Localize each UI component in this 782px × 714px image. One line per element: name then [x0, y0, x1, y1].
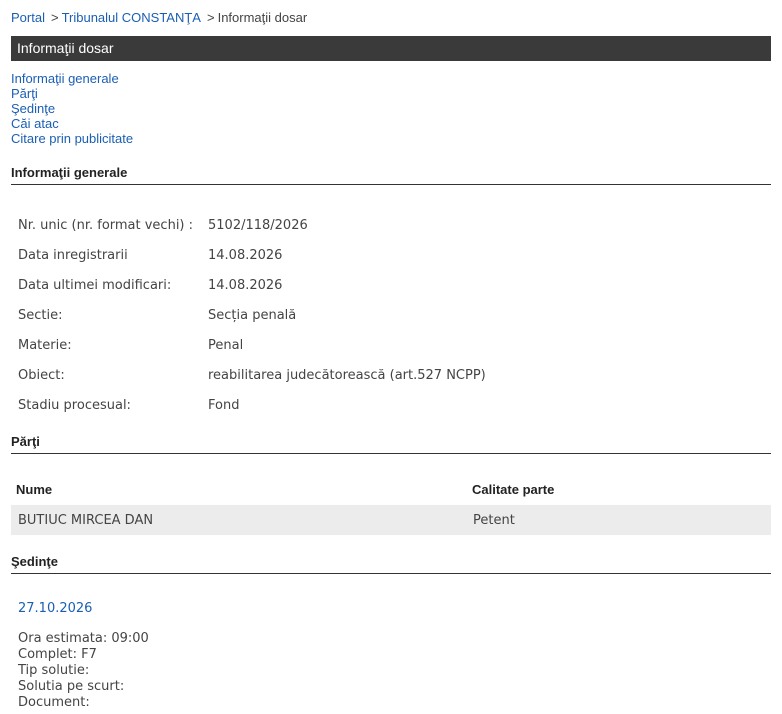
page-title: Informaţii dosar	[11, 36, 771, 61]
nav-link-cai-atac[interactable]: Căi atac	[11, 116, 133, 131]
party-name: BUTIUC MIRCEA DAN	[18, 512, 154, 528]
info-row-stadiu: Stadiu procesual: Fond	[18, 390, 486, 420]
nav-link-informatii-generale[interactable]: Informaţii generale	[11, 71, 133, 86]
info-row-sectie: Sectie: Secția penală	[18, 300, 486, 330]
info-value: 14.08.2026	[208, 247, 283, 263]
info-label: Obiect:	[18, 367, 65, 383]
section-title-parti: Părţi	[11, 434, 771, 454]
section-title-general: Informaţii generale	[11, 165, 771, 185]
hearing-date-link[interactable]: 27.10.2026	[18, 601, 92, 616]
table-row: BUTIUC MIRCEA DAN Petent	[11, 505, 771, 535]
parti-table-header: Nume Calitate parte	[11, 477, 771, 501]
info-row-materie: Materie: Penal	[18, 330, 486, 360]
hearing-details: Ora estimata: 09:00 Complet: F7 Tip solu…	[18, 631, 149, 711]
hearing-solution-summary: Solutia pe scurt:	[18, 679, 125, 694]
nav-link-citare-publicitate[interactable]: Citare prin publicitate	[11, 131, 133, 146]
info-label: Nr. unic (nr. format vechi) :	[18, 217, 194, 233]
info-label: Sectie:	[18, 307, 63, 323]
info-row-data-inregistrarii: Data inregistrarii 14.08.2026	[18, 240, 486, 270]
info-label: Stadiu procesual:	[18, 397, 131, 413]
info-value: reabilitarea judecătorească (art.527 NCP…	[208, 367, 486, 383]
info-value: Fond	[208, 397, 240, 413]
info-value: 14.08.2026	[208, 277, 283, 293]
general-info-table: Nr. unic (nr. format vechi) : 5102/118/2…	[18, 210, 486, 420]
column-header-role: Calitate parte	[472, 481, 555, 497]
hearing-estimated-time: Ora estimata: 09:00	[18, 631, 149, 646]
info-label: Data inregistrarii	[18, 247, 128, 263]
breadcrumb-separator: >	[206, 10, 215, 25]
info-value: Penal	[208, 337, 244, 353]
nav-link-parti[interactable]: Părţi	[11, 86, 133, 101]
info-value: Secția penală	[208, 307, 297, 323]
hearing-document: Document:	[18, 695, 90, 710]
section-title-sedinte: Şedinţe	[11, 554, 771, 574]
breadcrumb-court-link[interactable]: Tribunalul CONSTANŢA	[62, 10, 201, 25]
nav-link-sedinte[interactable]: Şedinţe	[11, 101, 133, 116]
info-label: Data ultimei modificari:	[18, 277, 172, 293]
column-header-name: Nume	[16, 481, 53, 497]
info-row-data-modificari: Data ultimei modificari: 14.08.2026	[18, 270, 486, 300]
breadcrumb: Portal > Tribunalul CONSTANŢA > Informaţii d…	[11, 10, 307, 25]
info-label: Materie:	[18, 337, 72, 353]
breadcrumb-separator: >	[50, 10, 59, 25]
section-nav: Informaţii generale Părţi Şedinţe Căi at…	[11, 71, 133, 146]
party-role: Petent	[473, 512, 515, 528]
breadcrumb-current: Informaţii dosar	[217, 10, 308, 25]
hearing-panel: Complet: F7	[18, 647, 97, 662]
info-row-obiect: Obiect: reabilitarea judecătorească (art…	[18, 360, 486, 390]
info-value: 5102/118/2026	[208, 217, 308, 233]
info-row-nr-unic: Nr. unic (nr. format vechi) : 5102/118/2…	[18, 210, 486, 240]
breadcrumb-portal-link[interactable]: Portal	[11, 10, 45, 25]
hearing-solution-type: Tip solutie:	[18, 663, 90, 678]
